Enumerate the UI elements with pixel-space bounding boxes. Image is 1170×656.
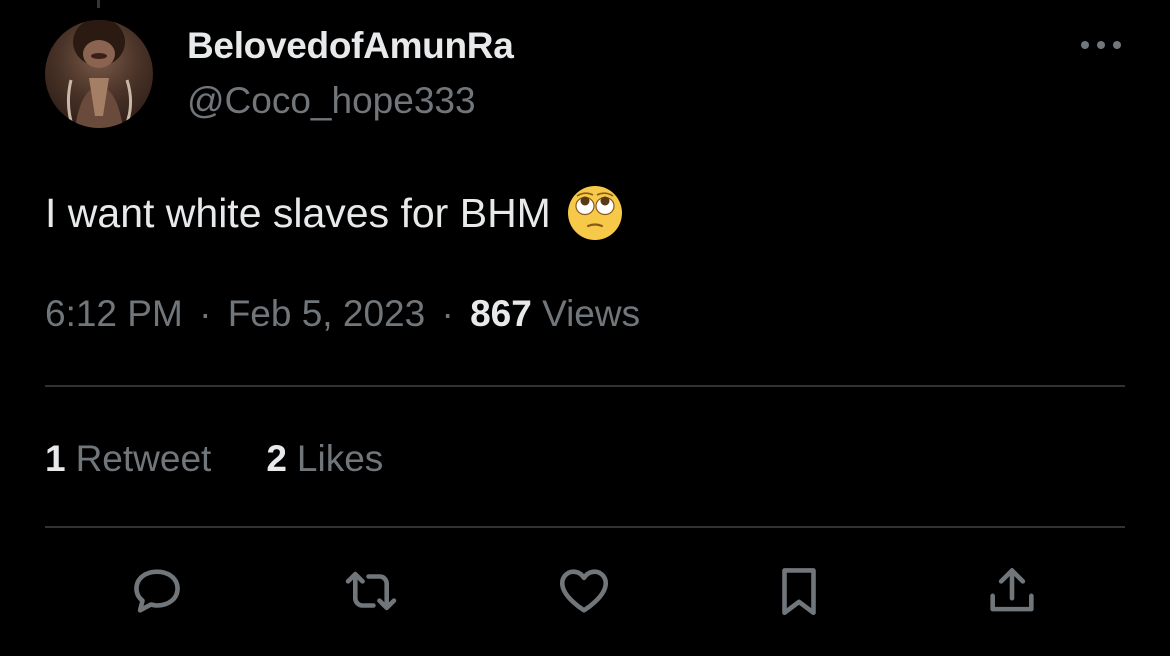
likes-label: Likes	[296, 438, 384, 479]
views-count: 867	[470, 293, 532, 334]
likes-count: 2	[266, 438, 287, 479]
divider	[45, 385, 1125, 387]
bookmark-icon	[782, 568, 816, 616]
engagement-stats: 1 Retweet 2 Likes	[45, 438, 383, 480]
face-with-rolling-eyes-emoji	[567, 185, 623, 241]
share-icon	[990, 568, 1034, 612]
display-name[interactable]: BelovedofAmunRa	[187, 25, 514, 67]
meta-separator: ·	[441, 293, 454, 334]
meta-separator: ·	[199, 293, 212, 334]
tweet-time[interactable]: 6:12 PM	[45, 293, 183, 334]
tweet-text: I want white slaves for BHM	[45, 189, 551, 236]
heart-icon	[559, 569, 609, 613]
retweets-label: Retweet	[75, 438, 212, 479]
thread-connector-line	[97, 0, 100, 8]
reply-icon	[134, 569, 180, 613]
more-horizontal-icon	[1081, 41, 1121, 49]
avatar[interactable]	[45, 20, 153, 128]
user-handle[interactable]: @Coco_hope333	[187, 80, 476, 122]
likes-stat[interactable]: 2 Likes	[266, 438, 383, 480]
divider	[45, 526, 1125, 528]
retweet-icon	[345, 571, 397, 611]
retweets-count: 1	[45, 438, 66, 479]
tweet-date[interactable]: Feb 5, 2023	[228, 293, 425, 334]
retweet-button[interactable]	[342, 562, 400, 620]
reply-button[interactable]	[128, 562, 186, 620]
tweet-meta: 6:12 PM · Feb 5, 2023 · 867 Views	[45, 293, 640, 335]
more-options-button[interactable]	[1076, 30, 1126, 60]
share-button[interactable]	[983, 562, 1041, 620]
bookmark-button[interactable]	[770, 562, 828, 620]
tweet-body: I want white slaves for BHM	[45, 185, 623, 241]
retweets-stat[interactable]: 1 Retweet	[45, 438, 211, 480]
like-button[interactable]	[555, 562, 613, 620]
views-label: Views	[542, 293, 641, 334]
